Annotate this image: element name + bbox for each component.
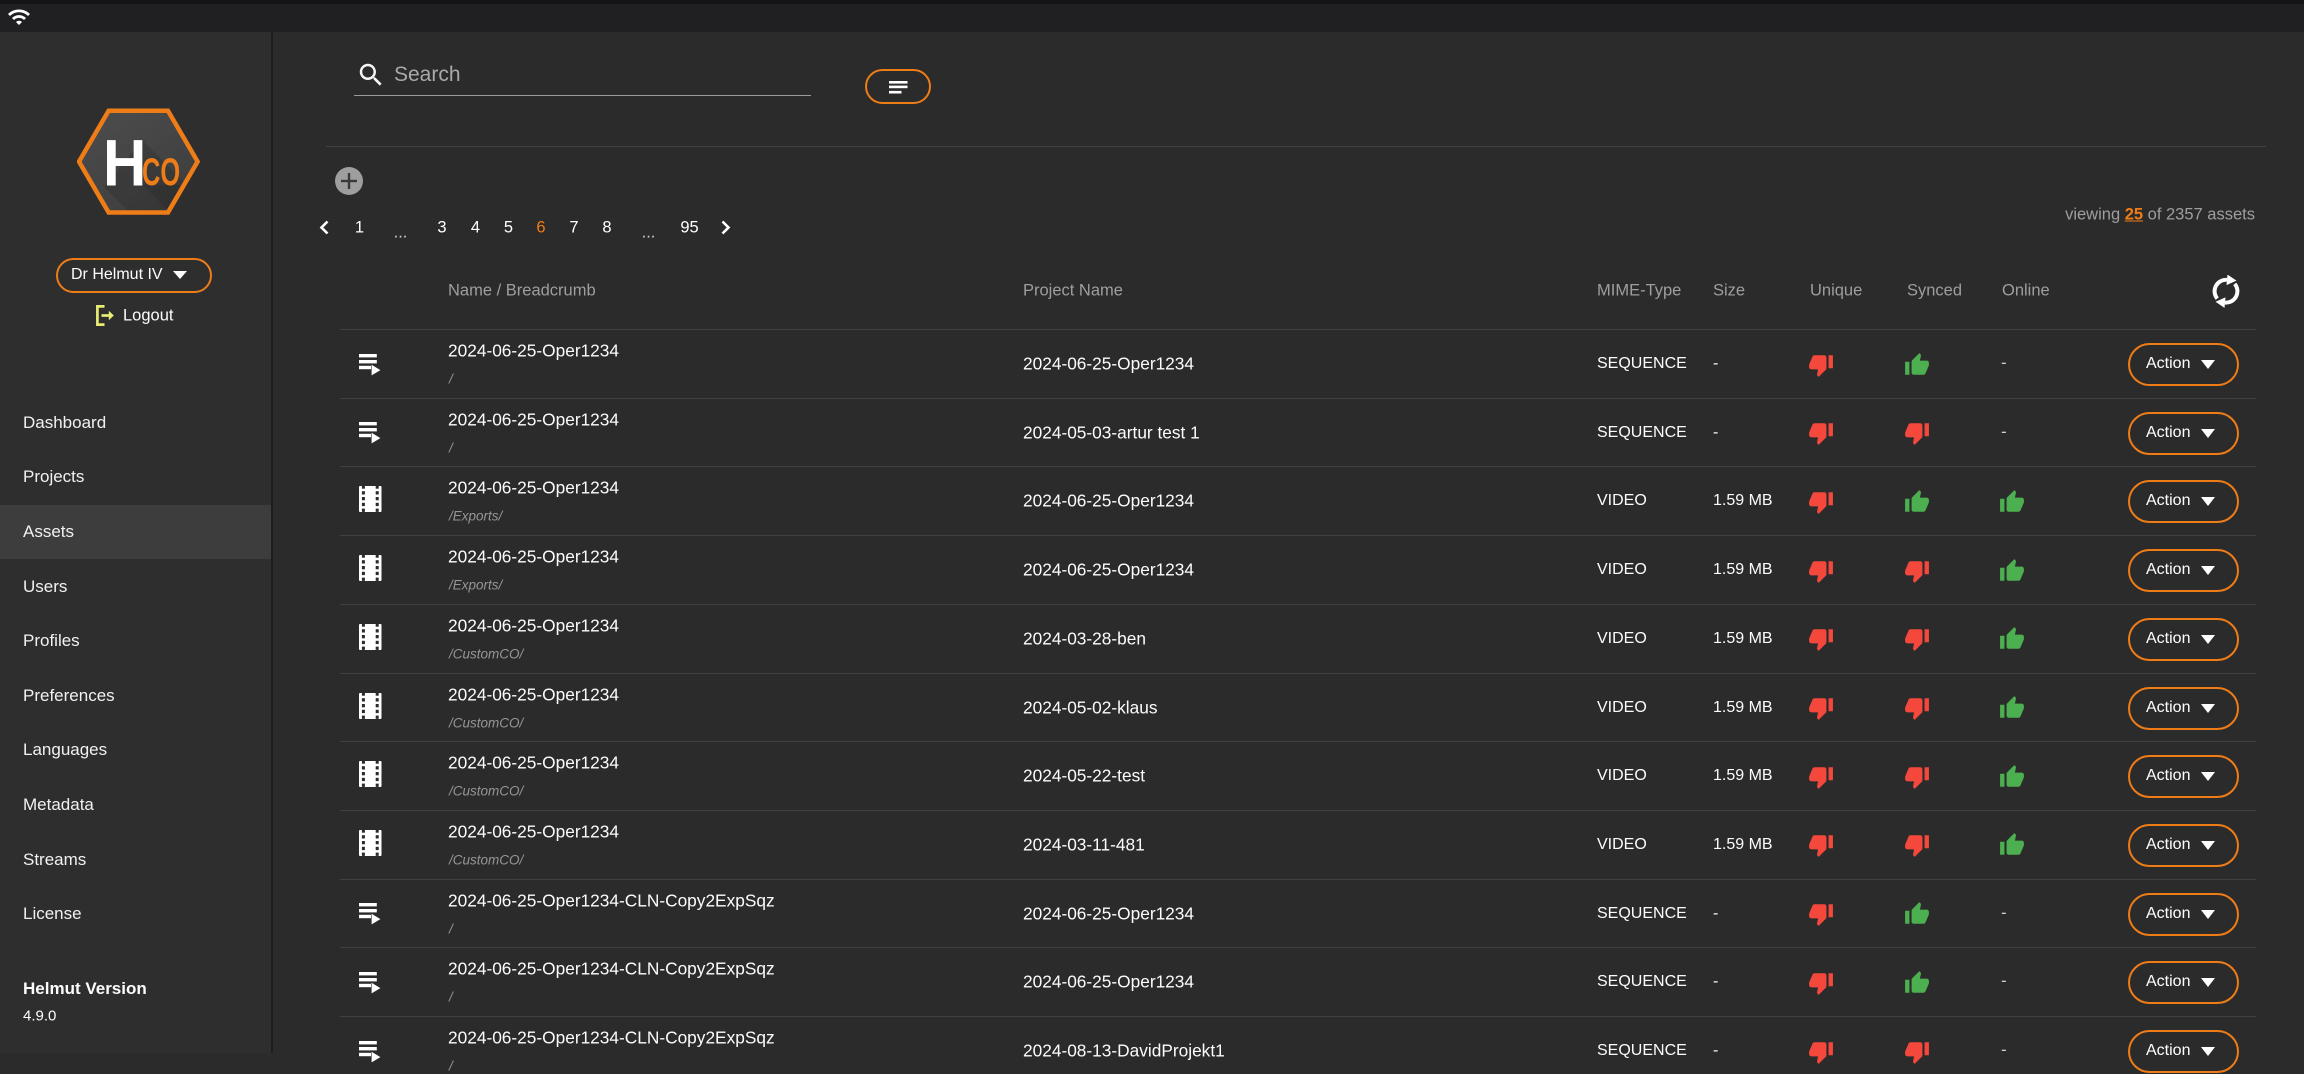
svg-text:H: H bbox=[103, 127, 146, 200]
svg-text:CO: CO bbox=[142, 150, 180, 194]
